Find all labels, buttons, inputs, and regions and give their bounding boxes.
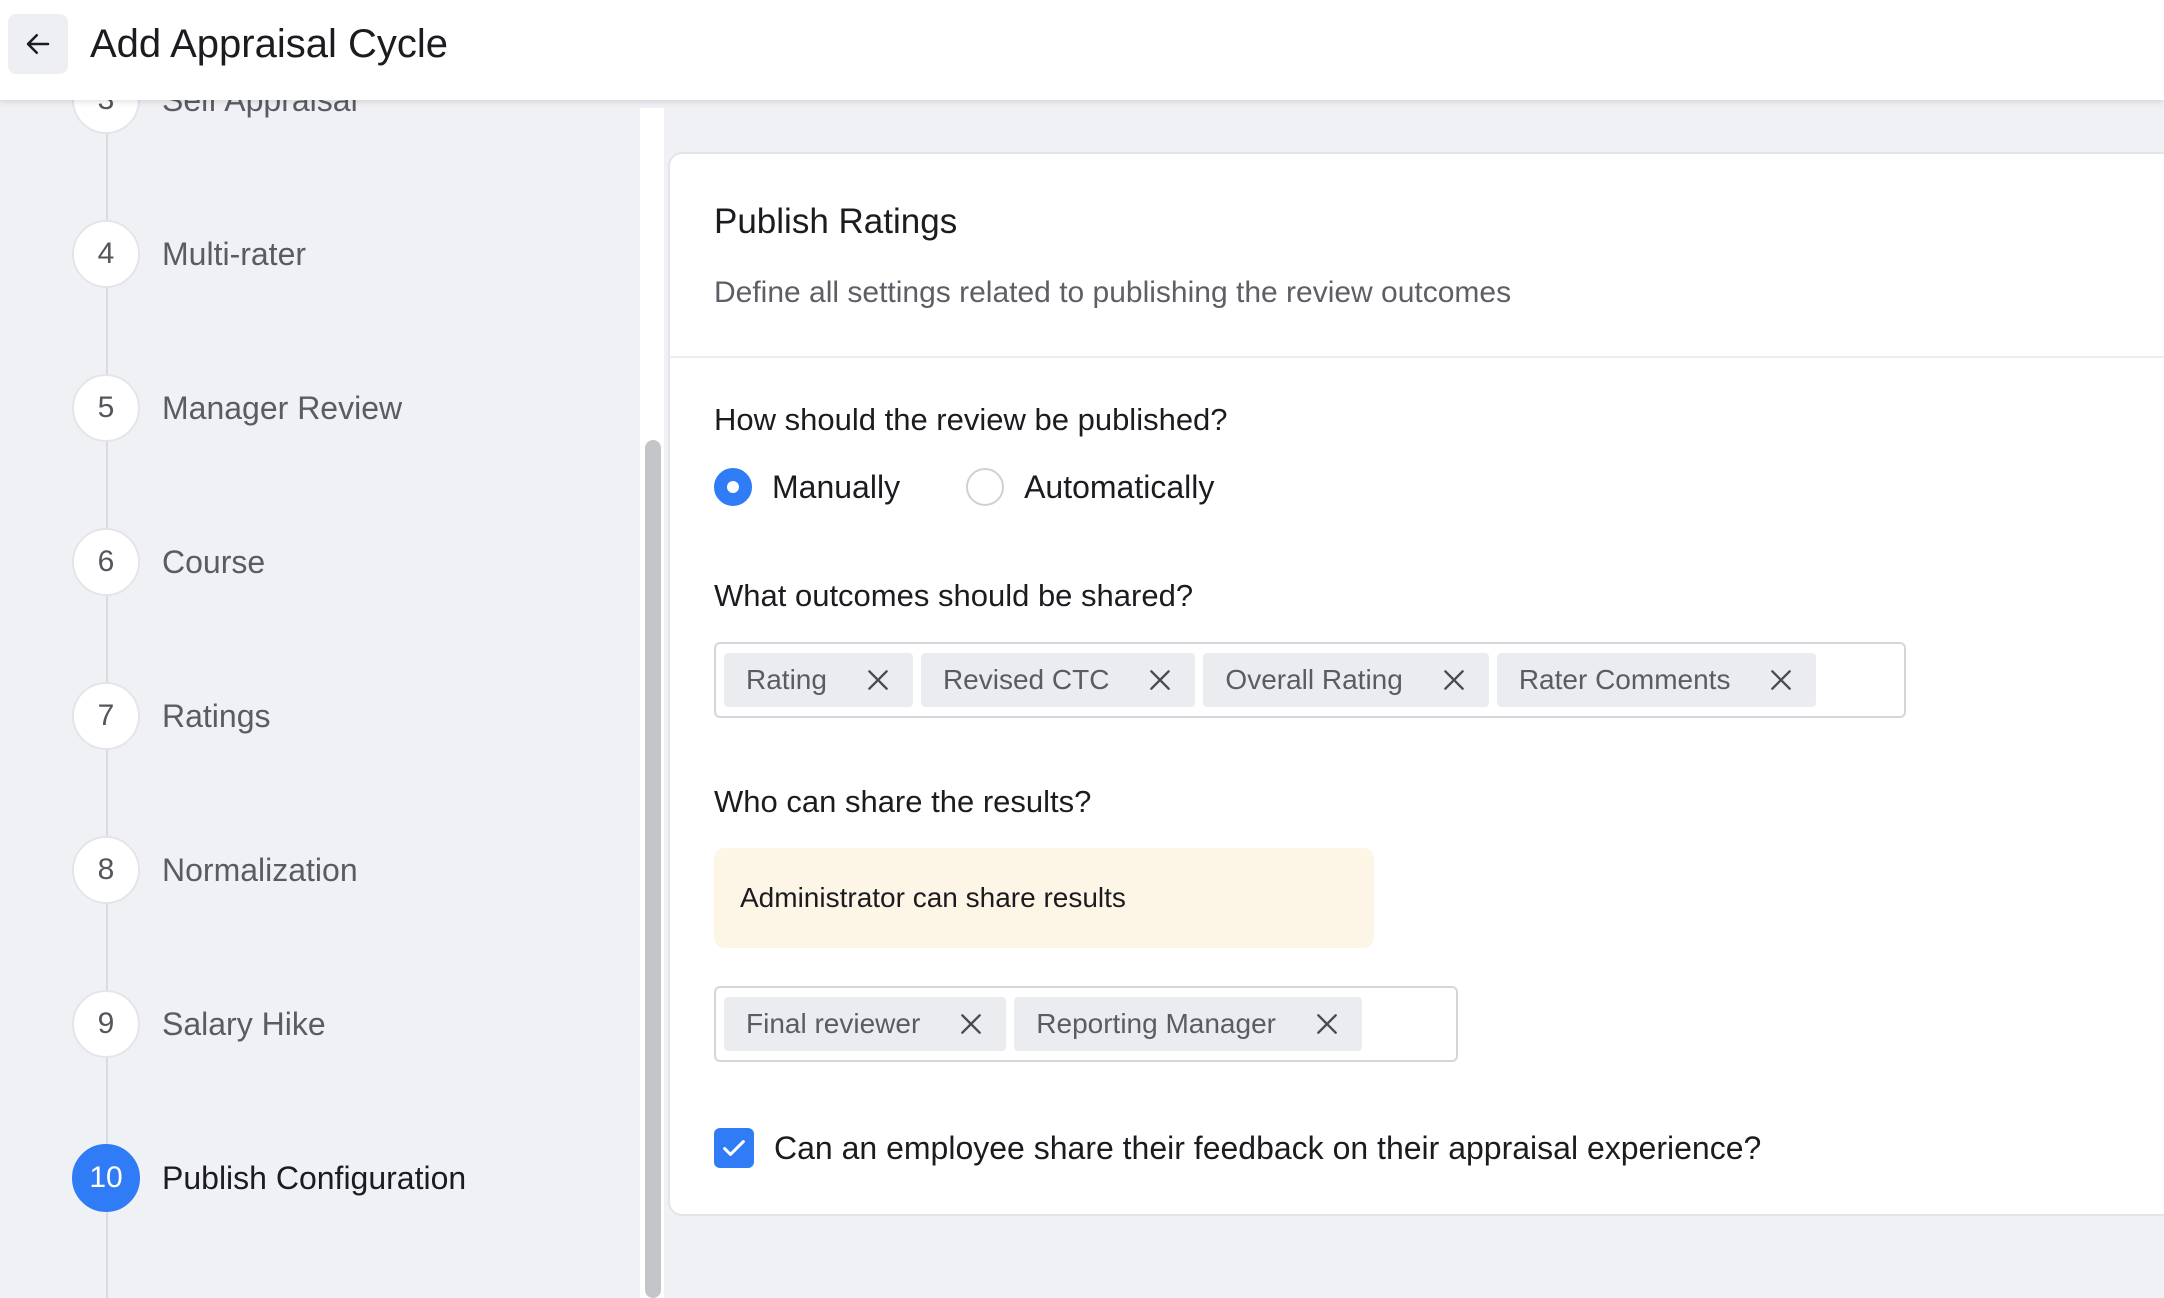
close-icon[interactable] [1147,667,1173,693]
tag-chip: Rating [724,653,913,707]
back-button[interactable] [8,14,68,74]
step-number: 3 [72,100,140,134]
close-icon[interactable] [958,1011,984,1037]
notice-text: Administrator can share results [740,882,1126,913]
step-number: 6 [72,528,140,596]
feedback-checkbox[interactable] [714,1128,754,1168]
publish-ratings-card: Publish Ratings Define all settings rela… [668,152,2164,1216]
step-label: Multi-rater [162,235,307,272]
step-ratings[interactable]: 7 Ratings [72,682,271,750]
step-label: Self Appraisal [162,100,358,119]
tag-chip: Revised CTC [920,653,1196,707]
tag-chip: Overall Rating [1203,653,1489,707]
radio-manually[interactable] [714,468,752,506]
step-label: Salary Hike [162,1005,326,1042]
feedback-checkbox-row: Can an employee share their feedback on … [714,1128,1761,1168]
close-icon[interactable] [1314,1011,1340,1037]
step-label: Course [162,543,266,580]
step-normalization[interactable]: 8 Normalization [72,836,358,904]
card-subtitle: Define all settings related to publishin… [714,276,1512,309]
tag-label: Revised CTC [942,664,1110,695]
step-sidebar: 3 Self Appraisal 4 Multi-rater 5 Manager… [0,100,640,1298]
outcomes-tag-input[interactable]: Rating Revised CTC Overall Rating Rater … [714,642,1906,718]
tag-label: Overall Rating [1225,664,1403,695]
sidebar-scroll-thumb[interactable] [645,440,661,1298]
step-course[interactable]: 6 Course [72,528,265,596]
close-icon[interactable] [1768,667,1794,693]
close-icon[interactable] [1441,667,1467,693]
publish-method-question: How should the review be published? [714,402,1228,437]
step-self-appraisal[interactable]: 3 Self Appraisal [72,100,358,134]
share-results-tag-input[interactable]: Final reviewer Reporting Manager [714,986,1458,1062]
step-manager-review[interactable]: 5 Manager Review [72,374,402,442]
radio-automatically[interactable] [966,468,1005,506]
outcomes-question: What outcomes should be shared? [714,578,1194,613]
tag-chip: Rater Comments [1496,653,1817,707]
step-number: 8 [72,836,140,904]
top-header: Add Appraisal Cycle [0,0,2164,100]
arrow-left-icon [26,34,50,54]
tag-chip: Final reviewer [724,997,1007,1051]
step-number: 5 [72,374,140,442]
tag-label: Reporting Manager [1036,1008,1276,1039]
step-multi-rater[interactable]: 4 Multi-rater [72,220,306,288]
step-number: 4 [72,220,140,288]
step-number: 9 [72,990,140,1058]
step-publish-configuration[interactable]: 10 Publish Configuration [72,1144,466,1212]
step-number-active: 10 [72,1144,140,1212]
page-title: Add Appraisal Cycle [90,22,448,66]
share-results-question: Who can share the results? [714,784,1092,819]
share-results-notice: Administrator can share results [714,848,1374,948]
tag-label: Rater Comments [1518,664,1731,695]
tag-chip: Reporting Manager [1014,997,1362,1051]
publish-method-radio-group: Manually Automatically [714,468,1214,506]
radio-label-automatically[interactable]: Automatically [1024,469,1214,506]
step-label: Normalization [162,851,358,888]
card-header: Publish Ratings Define all settings rela… [670,154,2164,358]
feedback-checkbox-label[interactable]: Can an employee share their feedback on … [774,1130,1761,1167]
radio-label-manually[interactable]: Manually [772,469,900,506]
step-label-active: Publish Configuration [162,1159,467,1196]
tag-label: Rating [746,664,827,695]
check-icon [723,1140,745,1156]
step-salary-hike[interactable]: 9 Salary Hike [72,990,326,1058]
step-label: Manager Review [162,389,403,426]
step-label: Ratings [162,697,271,734]
close-icon[interactable] [865,667,891,693]
tag-label: Final reviewer [746,1008,921,1039]
card-title: Publish Ratings [714,202,958,241]
step-number: 7 [72,682,140,750]
